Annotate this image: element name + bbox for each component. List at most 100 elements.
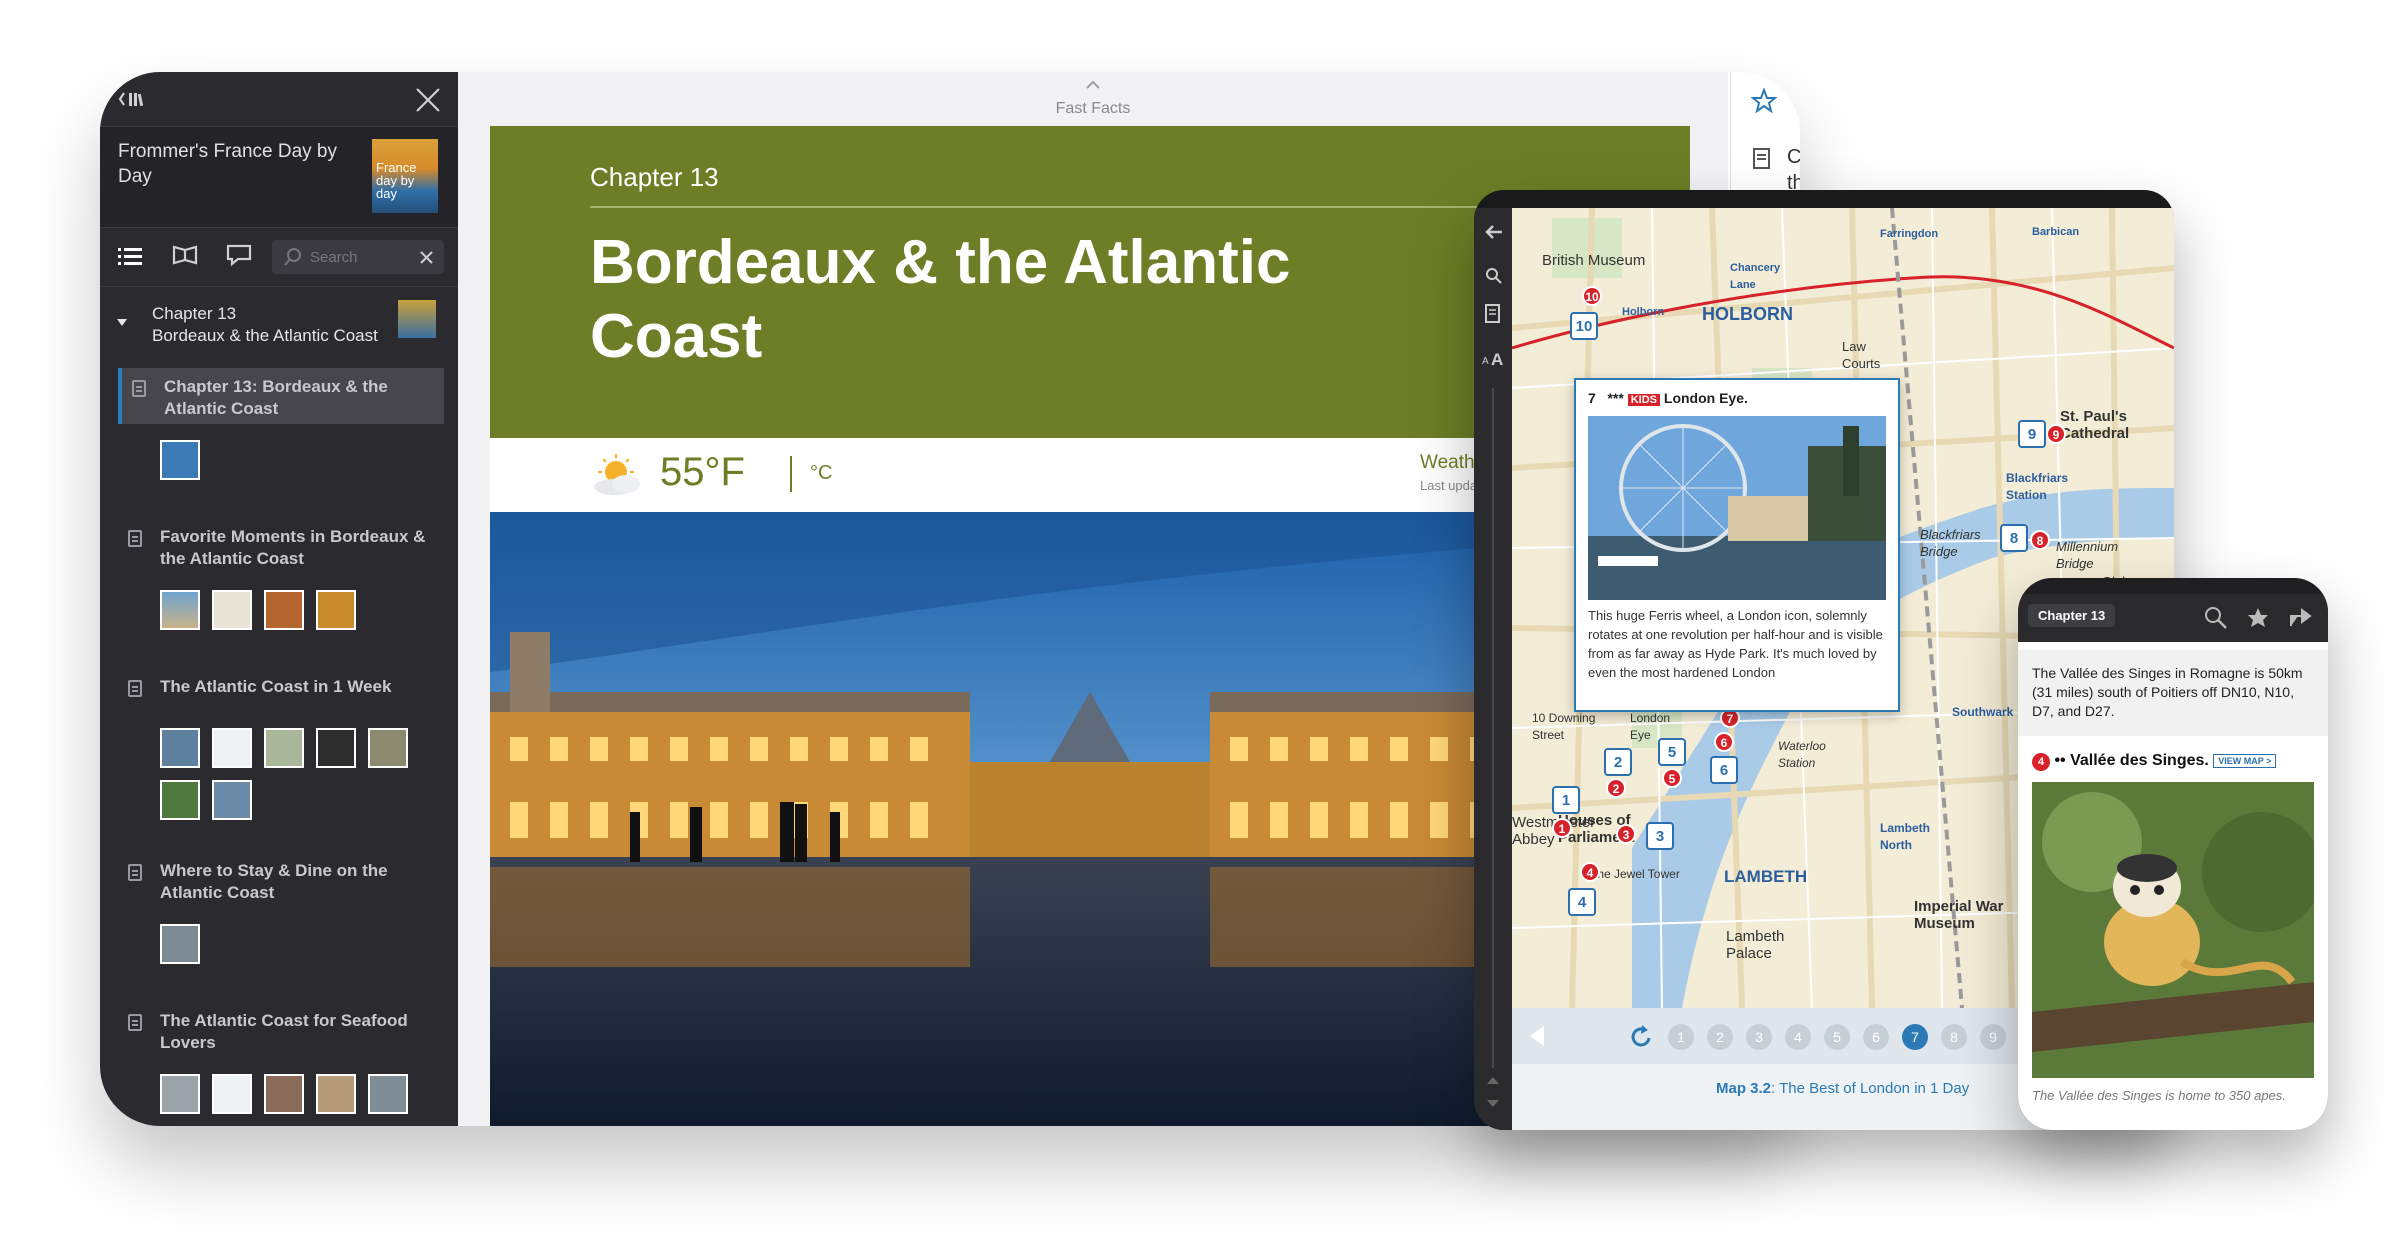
thumbnail[interactable] — [316, 1074, 356, 1114]
toc-thumbnails — [160, 728, 430, 820]
map-page-dot[interactable]: 8 — [1941, 1024, 1967, 1050]
scroll-down-icon[interactable] — [1485, 1098, 1501, 1110]
search-icon[interactable] — [1484, 266, 1502, 284]
chapter-label: Chapter 13 — [590, 162, 719, 192]
map-marker[interactable]: 4 — [1568, 888, 1596, 916]
thumbnail[interactable] — [264, 590, 304, 630]
thumbnail[interactable] — [160, 780, 200, 820]
thumbnail[interactable] — [212, 728, 252, 768]
unit-divider — [790, 456, 792, 492]
bookmark-item-title[interactable]: Chapter 13: Bordeaux & the Atlantic Coas… — [1787, 144, 1800, 196]
library-back-icon[interactable] — [118, 90, 152, 110]
close-icon[interactable] — [414, 86, 442, 114]
toc-item[interactable]: Favorite Moments in Bordeaux & the Atlan… — [118, 518, 440, 574]
thumbnail[interactable] — [212, 780, 252, 820]
celsius-toggle[interactable]: °C — [810, 462, 832, 485]
map-label: Holborn — [1622, 306, 1665, 318]
map-marker[interactable]: 10 — [1570, 312, 1598, 340]
map-label: St. Paul's Cathedral — [2060, 408, 2130, 442]
map-popup-london-eye[interactable]: 7 *** KIDS London Eye. This huge Ferris … — [1574, 378, 1900, 712]
thumbnail[interactable] — [264, 728, 304, 768]
back-arrow-icon[interactable] — [1484, 224, 1504, 240]
map-page-dot[interactable]: 9 — [1980, 1024, 2006, 1050]
document-icon — [128, 1014, 142, 1031]
notes-speech-icon[interactable] — [226, 244, 252, 266]
entry-title: •• Vallée des Singes. — [2054, 752, 2209, 769]
toc-list-icon[interactable] — [118, 246, 142, 266]
thumbnail[interactable] — [212, 1074, 252, 1114]
entry-number: 4 — [2032, 753, 2050, 771]
page-title: Bordeaux & the Atlantic Coast — [590, 228, 1291, 371]
map-title: : The Best of London in 1 Day — [1771, 1080, 1970, 1097]
map-label: Barbican — [2032, 226, 2080, 238]
sidebar-search[interactable]: Search — [272, 240, 444, 274]
map-marker[interactable]: 5 — [1658, 738, 1686, 766]
sidebar: Frommer's France Day by Day France day b… — [100, 72, 458, 1126]
map-marker[interactable]: 8 — [2030, 530, 2050, 550]
map-toolbar: AA — [1474, 208, 1512, 1130]
thumbnail[interactable] — [212, 590, 252, 630]
map-marker[interactable]: 2 — [1606, 778, 1626, 798]
book-cover[interactable]: France day by day — [372, 139, 438, 213]
map-marker[interactable]: 3 — [1616, 824, 1636, 844]
caret-down-icon[interactable] — [116, 318, 128, 328]
toc-item[interactable]: Where to Stay & Dine on the Atlantic Coa… — [118, 852, 440, 908]
map-marker[interactable]: 8 — [2000, 524, 2028, 552]
star-icon[interactable] — [2246, 606, 2270, 630]
thumbnail[interactable] — [264, 1074, 304, 1114]
phone-entry-heading: 4 •• Vallée des Singes. VIEW MAP > — [2032, 752, 2277, 771]
map-page-dot-active[interactable]: 7 — [1902, 1024, 1928, 1050]
reset-refresh-icon[interactable] — [1628, 1024, 1654, 1050]
view-map-button[interactable]: VIEW MAP > — [2213, 753, 2277, 768]
map-page-dot[interactable]: 3 — [1746, 1024, 1772, 1050]
star-icon[interactable] — [1751, 88, 1777, 114]
chevron-up-icon[interactable] — [1086, 80, 1100, 90]
prev-triangle-icon[interactable] — [1526, 1024, 1548, 1048]
toc-item[interactable]: Chapter 13: Bordeaux & the Atlantic Coas… — [118, 368, 444, 424]
map-page-dot[interactable]: 2 — [1707, 1024, 1733, 1050]
map-marker[interactable]: 10 — [1582, 286, 1602, 306]
thumbnail[interactable] — [160, 924, 200, 964]
map-marker[interactable]: 6 — [1710, 756, 1738, 784]
toc-item[interactable]: The Atlantic Coast in 1 Week — [118, 668, 440, 708]
phone-content: The Vallée des Singes in Romagne is 50km… — [2018, 642, 2328, 1130]
map-marker[interactable]: 3 — [1646, 822, 1674, 850]
thumbnail[interactable] — [368, 1074, 408, 1114]
photo-caption: The Vallée des Singes is home to 350 ape… — [2032, 1088, 2286, 1103]
fast-facts-bar[interactable]: Fast Facts — [458, 72, 1728, 126]
clear-search-icon[interactable] — [420, 251, 433, 264]
bookmarks-book-icon[interactable] — [172, 244, 198, 266]
map-marker[interactable]: 1 — [1552, 786, 1580, 814]
phone-note-box: The Vallée des Singes in Romagne is 50km… — [2018, 650, 2328, 736]
map-marker[interactable]: 4 — [1580, 862, 1600, 882]
thumbnail[interactable] — [160, 1074, 200, 1114]
search-icon[interactable] — [2204, 606, 2228, 630]
map-marker[interactable]: 6 — [1714, 732, 1734, 752]
map-page-dot[interactable]: 4 — [1785, 1024, 1811, 1050]
toc-item[interactable]: The Atlantic Coast for Seafood Lovers — [118, 1002, 440, 1058]
scroll-up-icon[interactable] — [1485, 1074, 1501, 1086]
map-marker[interactable]: 9 — [2046, 424, 2066, 444]
map-page-dot[interactable]: 6 — [1863, 1024, 1889, 1050]
map-marker[interactable]: 2 — [1604, 748, 1632, 776]
chapter-header[interactable]: Chapter 13 Bordeaux & the Atlantic Coast — [100, 298, 458, 358]
thumbnail[interactable] — [160, 440, 200, 480]
share-icon[interactable] — [2288, 606, 2314, 630]
thumbnail[interactable] — [368, 728, 408, 768]
thumbnail[interactable] — [316, 728, 356, 768]
scroll-track[interactable] — [1492, 388, 1494, 1068]
map-page-dot[interactable]: 5 — [1824, 1024, 1850, 1050]
thumbnail[interactable] — [160, 590, 200, 630]
kids-badge: KIDS — [1627, 394, 1660, 406]
thumbnail[interactable] — [316, 590, 356, 630]
map-marker[interactable]: 5 — [1662, 768, 1682, 788]
phone-chapter-button[interactable]: Chapter 13 — [2028, 604, 2116, 627]
map-page-dot[interactable]: 1 — [1668, 1024, 1694, 1050]
map-marker[interactable]: 9 — [2018, 420, 2046, 448]
thumbnail[interactable] — [160, 728, 200, 768]
document-icon — [132, 380, 146, 397]
document-icon[interactable] — [1485, 304, 1501, 324]
font-size-icon[interactable]: AA — [1480, 348, 1508, 368]
map-caption-text: Map 3.2: The Best of London in 1 Day — [1716, 1080, 1969, 1097]
map-marker[interactable]: 1 — [1552, 818, 1572, 838]
